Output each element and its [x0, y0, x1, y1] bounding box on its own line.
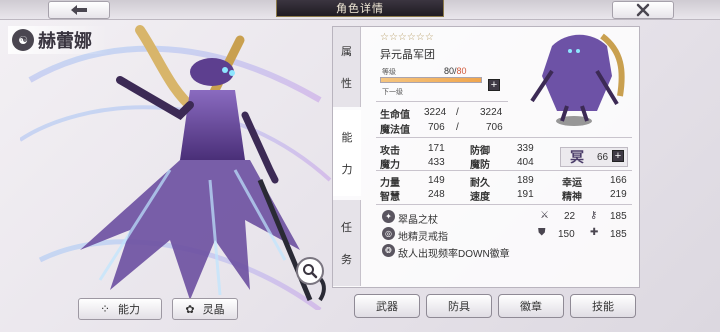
- stat-value-magic-defense: 404: [517, 157, 534, 168]
- level-current: 80: [444, 66, 455, 76]
- crystal-button-label: 灵晶: [202, 304, 225, 316]
- stat-label-attack: 攻击: [380, 146, 400, 157]
- stat-value-strength: 149: [428, 175, 445, 186]
- armor-button[interactable]: 防具: [426, 294, 492, 318]
- level-max: 80: [456, 66, 467, 76]
- equip-weapon-stat1: 22: [564, 211, 576, 222]
- faction-name: 异元晶军团: [380, 49, 435, 61]
- stat-value-luck: 166: [610, 175, 627, 186]
- divider: [376, 137, 632, 138]
- character-detail-screen: 角色详情 ☯ 赫蕾娜 ⁘ 能力 ✿ 灵晶 属 性 能 力 任 务 ☆☆☆☆☆☆ …: [0, 0, 720, 332]
- close-icon: [636, 3, 650, 17]
- character-name-badge: ☯ 赫蕾娜: [8, 26, 108, 54]
- badge-icon: ❂: [382, 244, 395, 257]
- ability-button[interactable]: ⁘ 能力: [78, 298, 162, 320]
- mp-label: 魔法值: [380, 125, 410, 136]
- stat-value-endurance: 189: [517, 175, 534, 186]
- key-icon: ⚷: [590, 210, 598, 221]
- rank-icon: 冥: [570, 149, 584, 165]
- stat-label-defense: 防御: [470, 146, 490, 157]
- stat-value-attack: 171: [428, 143, 445, 154]
- tab-attributes-char2: 性: [341, 78, 352, 90]
- stat-value-defense: 339: [517, 143, 534, 154]
- stat-label-endurance: 耐久: [470, 178, 490, 189]
- level-up-button[interactable]: +: [488, 79, 500, 91]
- tab-attributes-char1: 属: [341, 46, 352, 58]
- equip-weapon-stat2: 185: [610, 211, 627, 222]
- badge-button[interactable]: 徽章: [498, 294, 564, 318]
- ring-icon: ◎: [382, 227, 395, 240]
- equip-weapon-name: 翠晶之杖: [398, 215, 438, 226]
- hp-current: 3224: [424, 107, 447, 118]
- close-button[interactable]: [612, 1, 674, 19]
- magnifier-icon: [303, 264, 318, 279]
- divider: [376, 170, 632, 171]
- hp-slash: /: [456, 107, 459, 118]
- star-rating: ☆☆☆☆☆☆: [380, 32, 434, 43]
- stat-label-strength: 力量: [380, 178, 400, 189]
- staff-icon: ✦: [382, 210, 395, 223]
- stat-label-spirit: 精神: [562, 192, 582, 203]
- tab-missions-char1: 任: [341, 222, 352, 234]
- divider: [376, 101, 508, 102]
- character-name: 赫蕾娜: [38, 31, 92, 51]
- ability-icon: ⁘: [99, 302, 111, 316]
- divider: [376, 204, 632, 205]
- tab-missions-char2: 务: [341, 254, 352, 266]
- weapon-button[interactable]: 武器: [354, 294, 420, 318]
- character-illustration: [20, 25, 332, 310]
- crystal-button[interactable]: ✿ 灵晶: [172, 298, 238, 320]
- rank-value: 66: [597, 152, 609, 163]
- ability-button-label: 能力: [118, 304, 141, 316]
- stat-label-speed: 速度: [470, 192, 490, 203]
- equip-armor-stat2: 185: [610, 229, 627, 240]
- sword-icon: ⚔: [540, 210, 549, 221]
- character-portrait: [530, 33, 625, 126]
- stat-value-wisdom: 248: [428, 189, 445, 200]
- equip-badge-name: 敌人出现频率DOWN徽章: [398, 249, 510, 260]
- tab-attributes[interactable]: 属 性: [333, 27, 361, 107]
- equip-armor-stat1: 150: [558, 229, 575, 240]
- stat-label-magic: 魔力: [380, 160, 400, 171]
- stat-label-wisdom: 智慧: [380, 192, 400, 203]
- stat-label-magic-defense: 魔防: [470, 160, 490, 171]
- crystal-icon: ✿: [185, 303, 195, 316]
- back-button[interactable]: [48, 1, 110, 19]
- equip-armor-name: 地精灵戒指: [398, 232, 448, 243]
- page-title: 角色详情: [276, 0, 444, 17]
- tab-missions[interactable]: 任 务: [333, 200, 361, 286]
- hp-label: 生命值: [380, 110, 410, 121]
- skill-button[interactable]: 技能: [570, 294, 636, 318]
- tab-abilities-char2: 力: [341, 164, 353, 176]
- stat-label-luck: 幸运: [562, 178, 582, 189]
- element-icon: ☯: [12, 29, 34, 51]
- zoom-button[interactable]: [296, 257, 324, 285]
- cross-icon: ✚: [590, 227, 599, 238]
- level-progress-fill: [381, 78, 481, 82]
- next-level-label: 下一级: [382, 89, 403, 96]
- level-progress-bar: [380, 77, 482, 83]
- stat-value-magic: 433: [428, 157, 445, 168]
- mp-current: 706: [428, 122, 445, 133]
- hp-max: 3224: [480, 107, 503, 118]
- mp-slash: /: [456, 122, 459, 133]
- level-value: 80/80: [444, 66, 467, 76]
- mp-max: 706: [486, 122, 503, 133]
- arrow-left-icon: [71, 5, 87, 15]
- stat-value-speed: 191: [517, 189, 534, 200]
- level-label: 等级: [382, 69, 396, 76]
- shield-icon: ⛊: [538, 227, 546, 238]
- stat-value-spirit: 219: [610, 189, 627, 200]
- tab-abilities[interactable]: 能 力: [333, 110, 361, 196]
- rank-up-button[interactable]: +: [612, 150, 624, 162]
- tab-abilities-char1: 能: [341, 132, 353, 144]
